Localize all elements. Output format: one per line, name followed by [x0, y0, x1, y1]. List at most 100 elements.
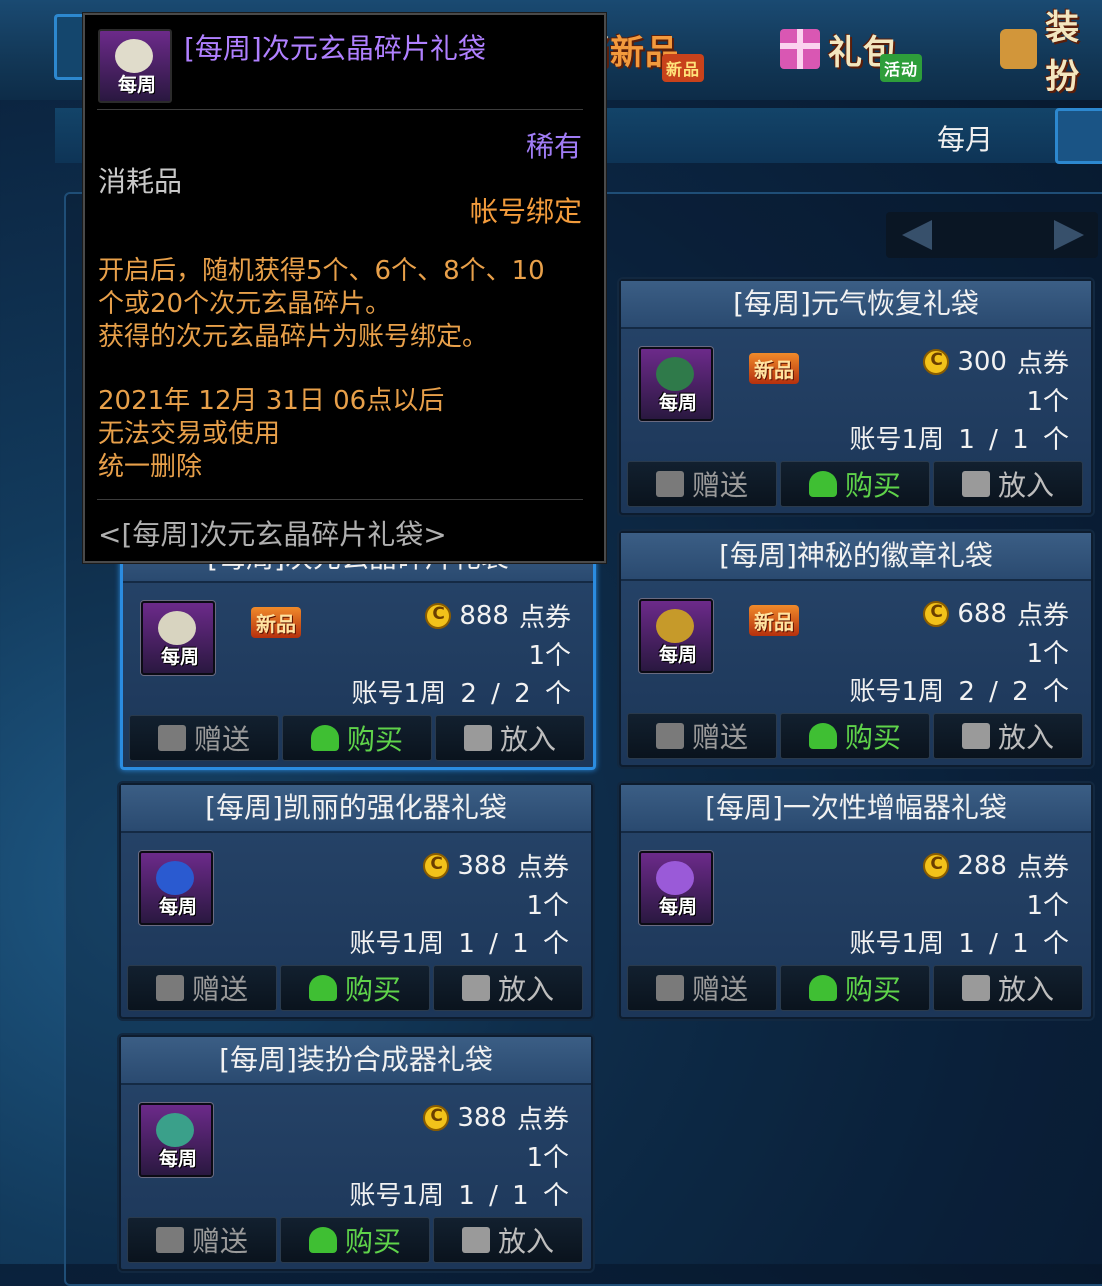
tab-monthly[interactable]: 每月	[905, 118, 1025, 158]
item-title: [每周]装扮合成器礼袋	[121, 1037, 591, 1085]
buy-button[interactable]: 购买	[780, 461, 930, 507]
add-to-cart-button[interactable]: 放入	[933, 461, 1083, 507]
cart-icon	[461, 975, 490, 1001]
gift-icon	[155, 1227, 184, 1253]
item-orb-icon	[656, 609, 694, 643]
buy-button[interactable]: 购买	[780, 965, 930, 1011]
gift-button-label: 赠送	[691, 469, 748, 502]
gift-button[interactable]: 赠送	[627, 713, 777, 759]
item-price: 300 点券	[923, 343, 1069, 380]
gift-button[interactable]: 赠送	[627, 461, 777, 507]
item-quantity: 1个	[528, 641, 571, 671]
gift-icon	[157, 725, 186, 751]
price-unit: 点券	[516, 853, 569, 883]
tooltip-title: [每周]次元玄晶碎片礼袋	[184, 32, 486, 65]
equip-icon	[1000, 29, 1038, 69]
gift-box-icon	[780, 29, 820, 69]
tooltip-divider	[97, 499, 583, 500]
weekly-badge: 每周	[659, 392, 698, 414]
item-card[interactable]: [每周]装扮合成器礼袋每周 388 点券 1个账号1周 1 / 1 个赠送 购买 放入	[119, 1035, 593, 1271]
tooltip-desc-line: 个或20个次元玄晶碎片。	[98, 289, 392, 319]
add-to-cart-button[interactable]: 放入	[435, 715, 585, 761]
item-quantity: 1个	[526, 1143, 569, 1173]
price-unit: 点券	[516, 1105, 569, 1135]
nav-event-badge: 活动	[880, 54, 923, 82]
buy-button[interactable]: 购买	[780, 713, 930, 759]
add-to-cart-button[interactable]: 放入	[933, 965, 1083, 1011]
item-icon[interactable]: 每周	[639, 851, 713, 925]
purchase-limit: 账号1周 1 / 1 个	[849, 929, 1069, 959]
tooltip-rarity: 稀有	[525, 130, 582, 163]
coupon-coin-icon	[923, 852, 950, 879]
buy-button[interactable]: 购买	[282, 715, 432, 761]
card-actions: 赠送 购买 放入	[627, 965, 1083, 1011]
gift-button-label: 赠送	[191, 1225, 248, 1258]
tooltip-expiry-line: 无法交易或使用	[98, 419, 281, 449]
item-card[interactable]: [每周]神秘的徽章礼袋每周 新品 688 点券 1个账号1周 2 / 2 个赠送 购买 放入	[619, 531, 1093, 767]
new-item-badge: 新品	[749, 353, 799, 384]
buy-button-label: 购买	[346, 723, 403, 756]
buy-icon	[808, 975, 837, 1001]
nav-equip-label: 装扮	[1045, 8, 1081, 97]
buy-button[interactable]: 购买	[280, 965, 430, 1011]
item-icon[interactable]: 每周	[639, 599, 713, 673]
item-icon[interactable]: 每周	[639, 347, 713, 421]
buy-button-label: 购买	[344, 1225, 401, 1258]
price-value: 388	[457, 850, 507, 881]
nav-new-sub-badge: 新品	[662, 54, 705, 82]
weekly-badge: 每周	[659, 896, 698, 918]
next-page-arrow-icon[interactable]	[1054, 220, 1084, 250]
add-to-cart-button[interactable]: 放入	[433, 1217, 583, 1263]
buy-button-label: 购买	[844, 721, 901, 754]
item-price: 388 点券	[423, 847, 569, 884]
item-card[interactable]: [每周]凯丽的强化器礼袋每周 388 点券 1个账号1周 1 / 1 个赠送 购买 放入	[119, 783, 593, 1019]
add-to-cart-button[interactable]: 放入	[433, 965, 583, 1011]
price-unit: 点券	[1016, 601, 1069, 631]
weekly-badge: 每周	[118, 74, 157, 96]
cart-button-label: 放入	[497, 973, 554, 1006]
item-orb-icon	[158, 611, 196, 645]
item-quantity: 1个	[1026, 891, 1069, 921]
buy-button-label: 购买	[344, 973, 401, 1006]
item-orb-icon	[656, 357, 694, 391]
buy-button[interactable]: 购买	[280, 1217, 430, 1263]
item-icon[interactable]: 每周	[139, 851, 213, 925]
weekly-badge: 每周	[159, 1148, 198, 1170]
pager	[886, 212, 1098, 258]
nav-equip-tab[interactable]: 装扮	[1000, 8, 1102, 97]
nav-gift-tab[interactable]: 礼包 活动	[780, 14, 950, 84]
tooltip-divider	[97, 109, 583, 110]
tab-next-button[interactable]	[1055, 108, 1102, 164]
item-quantity: 1个	[1026, 639, 1069, 669]
gift-button[interactable]: 赠送	[127, 965, 277, 1011]
add-to-cart-button[interactable]: 放入	[933, 713, 1083, 759]
weekly-badge: 每周	[159, 896, 198, 918]
card-actions: 赠送 购买 放入	[627, 461, 1083, 507]
item-card[interactable]: [每周]一次性增幅器礼袋每周 288 点券 1个账号1周 1 / 1 个赠送 购买 放入	[619, 783, 1093, 1019]
prev-page-arrow-icon[interactable]	[902, 220, 932, 250]
cart-button-label: 放入	[499, 723, 556, 756]
coupon-coin-icon	[923, 348, 950, 375]
item-icon[interactable]: 每周	[139, 1103, 213, 1177]
buy-button-label: 购买	[844, 973, 901, 1006]
item-card[interactable]: [每周]次元玄晶碎片礼袋每周新品888点券1个账号1周 2 / 2 个赠送购买放…	[120, 532, 596, 770]
item-quantity: 1个	[1026, 387, 1069, 417]
purchase-limit: 账号1周 2 / 2 个	[849, 677, 1069, 707]
item-price: 288 点券	[923, 847, 1069, 884]
item-card[interactable]: [每周]元气恢复礼袋每周 新品 300 点券 1个账号1周 1 / 1 个赠送 购买 放入	[619, 279, 1093, 515]
cart-icon	[461, 1227, 490, 1253]
buy-icon	[308, 975, 337, 1001]
tooltip-bind: 帐号绑定	[469, 195, 582, 228]
card-actions: 赠送 购买 放入	[127, 965, 583, 1011]
item-price: 888 点券	[425, 597, 571, 634]
item-icon[interactable]: 每周	[141, 601, 215, 675]
gift-button[interactable]: 赠送	[129, 715, 279, 761]
tooltip-desc-line: 获得的次元玄晶碎片为账号绑定。	[98, 322, 489, 352]
item-title: [每周]神秘的徽章礼袋	[621, 533, 1091, 581]
price-value: 300	[957, 346, 1007, 377]
card-actions: 赠送 购买 放入	[129, 715, 585, 761]
gift-button[interactable]: 赠送	[127, 1217, 277, 1263]
weekly-badge: 每周	[659, 644, 698, 666]
gift-button[interactable]: 赠送	[627, 965, 777, 1011]
buy-icon	[808, 471, 837, 497]
